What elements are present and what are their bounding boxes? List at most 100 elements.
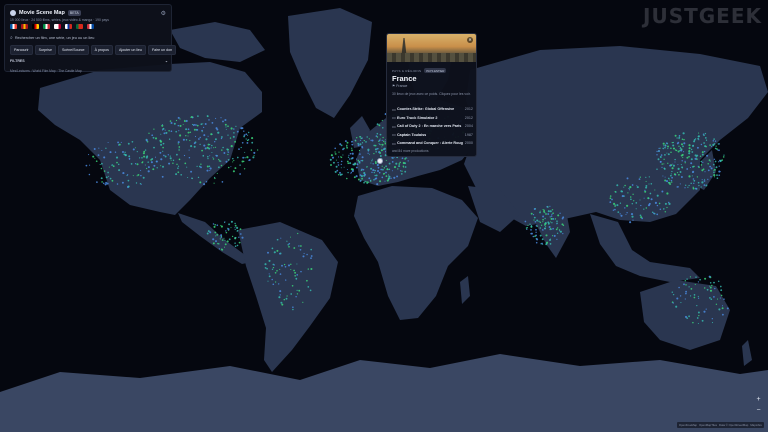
location-marker[interactable] [719,297,721,299]
location-marker[interactable] [656,213,659,216]
location-marker[interactable] [549,243,552,245]
location-marker[interactable] [713,296,715,298]
location-marker[interactable] [645,180,647,182]
location-marker[interactable] [231,235,234,238]
location-marker[interactable] [675,305,678,308]
location-marker[interactable] [144,164,146,166]
location-marker[interactable] [141,157,143,159]
location-marker[interactable] [170,159,172,161]
location-marker[interactable] [539,221,542,224]
location-marker[interactable] [310,257,312,259]
location-marker[interactable] [548,225,551,229]
language-flag[interactable] [87,24,94,29]
location-marker[interactable] [354,140,357,142]
location-marker[interactable] [629,221,632,224]
location-marker[interactable] [697,295,699,298]
location-marker[interactable] [145,156,148,159]
location-marker[interactable] [351,143,354,146]
location-marker[interactable] [145,167,148,170]
location-marker[interactable] [391,170,393,172]
location-marker[interactable] [300,245,302,247]
location-marker[interactable] [374,169,376,171]
location-marker[interactable] [558,229,561,231]
location-marker[interactable] [268,275,271,278]
location-marker[interactable] [613,202,616,205]
location-marker[interactable] [306,279,308,282]
location-marker[interactable] [293,269,295,272]
location-marker[interactable] [378,124,381,127]
location-marker[interactable] [132,148,135,151]
location-marker[interactable] [664,211,667,213]
location-marker[interactable] [369,153,371,155]
location-marker[interactable] [169,120,172,122]
location-marker[interactable] [378,171,381,174]
language-flag[interactable] [54,24,61,29]
location-marker[interactable] [223,152,226,154]
location-marker[interactable] [706,288,709,291]
location-marker[interactable] [680,149,683,152]
location-marker[interactable] [535,225,538,227]
location-marker[interactable] [633,200,635,202]
location-marker[interactable] [105,147,107,149]
location-marker[interactable] [334,147,337,150]
location-marker[interactable] [186,166,188,168]
location-marker[interactable] [359,162,361,165]
location-marker[interactable] [672,144,675,147]
location-marker[interactable] [549,216,551,218]
location-marker[interactable] [670,147,672,149]
location-marker[interactable] [244,151,246,153]
location-marker[interactable] [114,151,117,153]
location-marker[interactable] [662,148,664,150]
location-marker[interactable] [552,227,554,230]
location-marker[interactable] [703,180,706,182]
location-marker[interactable] [662,142,665,145]
location-marker[interactable] [359,143,362,146]
location-marker[interactable] [153,164,156,167]
location-marker[interactable] [666,206,668,209]
location-marker[interactable] [631,184,634,186]
location-marker[interactable] [541,242,543,245]
location-marker[interactable] [386,168,389,171]
location-marker[interactable] [376,123,379,126]
location-marker[interactable] [162,146,164,149]
location-marker[interactable] [357,144,360,147]
location-marker[interactable] [300,270,302,273]
location-marker[interactable] [130,163,133,165]
location-marker[interactable] [630,198,632,201]
location-marker[interactable] [206,169,209,172]
location-marker[interactable] [544,227,547,230]
location-marker[interactable] [619,202,622,204]
location-marker[interactable] [296,274,299,276]
location-marker[interactable] [704,277,707,280]
location-marker[interactable] [717,143,719,145]
location-marker[interactable] [232,135,235,138]
location-marker[interactable] [352,163,355,166]
location-marker[interactable] [220,137,223,140]
location-marker[interactable] [538,220,540,222]
location-marker[interactable] [379,155,382,157]
location-marker[interactable] [203,134,206,137]
location-marker[interactable] [720,289,723,292]
location-marker[interactable] [397,168,399,170]
location-marker[interactable] [722,156,725,158]
location-marker[interactable] [401,170,403,172]
location-marker[interactable] [665,144,667,147]
location-marker[interactable] [363,139,365,142]
location-marker[interactable] [214,224,216,226]
location-marker[interactable] [177,116,180,119]
location-marker[interactable] [543,209,545,212]
location-marker[interactable] [103,156,106,159]
location-marker[interactable] [226,240,229,243]
location-marker[interactable] [542,229,544,231]
location-marker[interactable] [711,318,713,320]
location-marker[interactable] [686,156,689,159]
location-marker[interactable] [290,293,293,295]
location-marker[interactable] [547,222,550,225]
location-marker[interactable] [676,137,678,139]
location-marker[interactable] [266,267,268,270]
location-marker[interactable] [296,289,298,291]
location-marker[interactable] [621,195,624,198]
location-marker[interactable] [686,278,688,280]
location-marker[interactable] [205,181,208,183]
location-marker[interactable] [704,136,707,139]
